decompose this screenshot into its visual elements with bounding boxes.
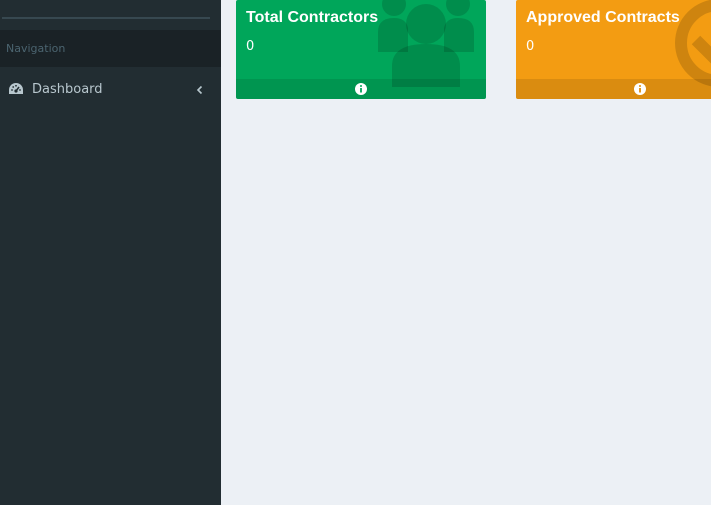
users-icon [378,0,474,87]
sidebar-item-dashboard[interactable]: Dashboard [0,74,221,104]
approved-contracts-box: Approved Contracts 0 [516,0,711,99]
sidebar: Navigation Dashboard [0,0,221,505]
total-contractors-box: Total Contractors 0 [236,0,486,99]
box-title: Approved Contracts [526,9,680,26]
box-footer-link[interactable] [236,79,486,99]
box-footer-link[interactable] [516,79,711,99]
sidebar-item-label: Dashboard [32,81,103,97]
sidebar-divider [2,17,210,19]
box-value: 0 [246,39,255,54]
info-icon [634,83,646,95]
chevron-left-icon[interactable] [195,84,205,95]
nav-header: Navigation [0,30,221,67]
info-icon [355,83,367,95]
box-value: 0 [526,39,535,54]
box-title: Total Contractors [246,9,379,26]
dashboard-icon [8,82,24,96]
